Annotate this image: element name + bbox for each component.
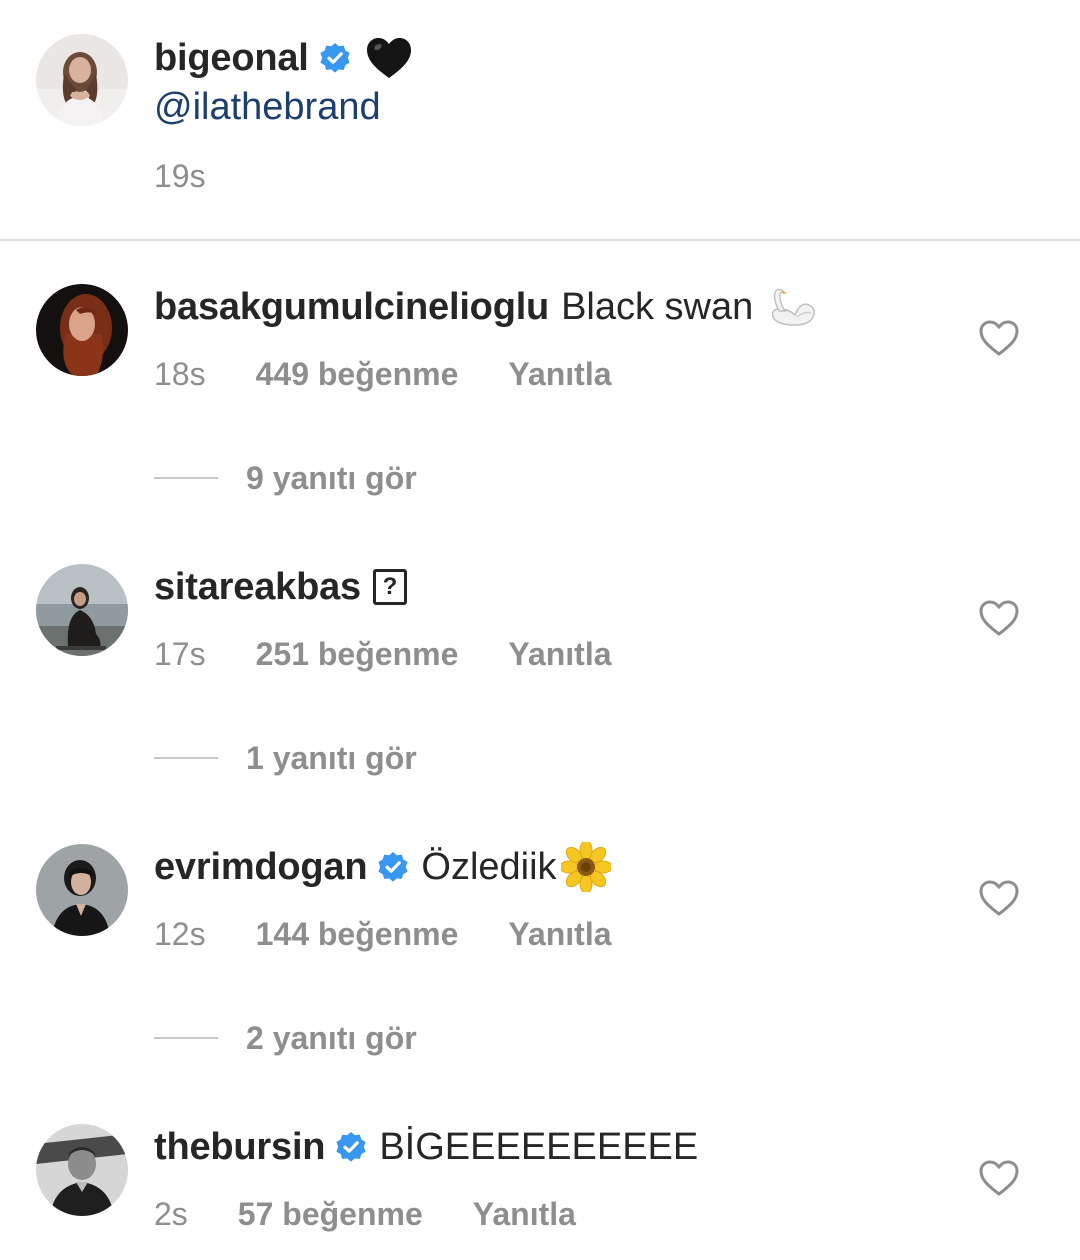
comment-meta: 18s 449 beğenme Yanıtla <box>154 354 612 394</box>
comment-item: evrimdogan Özlediik 12s 144 beğenme Yanı… <box>0 820 1080 1100</box>
avatar[interactable] <box>36 34 128 126</box>
timestamp: 17s <box>154 635 206 672</box>
post-caption: bigeonal @ilathebrand 19s <box>0 0 1080 240</box>
likes-count[interactable]: 449 beğenme <box>256 356 459 393</box>
likes-count[interactable]: 251 beğenme <box>256 636 459 673</box>
comment-header: basakgumulcinelioglu Black swan <box>154 282 819 332</box>
swan-icon <box>765 287 819 327</box>
unsupported-emoji-icon: ? <box>372 569 407 605</box>
like-heart-icon[interactable] <box>978 599 1020 637</box>
comment-item: thebursin BİGEEEEEEEEEE 2s 57 beğenme Ya… <box>0 1100 1080 1260</box>
username[interactable]: evrimdogan <box>154 846 368 889</box>
comment-item: sitareakbas ? 17s 251 beğenme Yanıtla 1 … <box>0 540 1080 820</box>
caption-header: bigeonal <box>154 33 413 83</box>
reply-button[interactable]: Yanıtla <box>508 356 611 393</box>
view-replies-label: 9 yanıtı gör <box>246 459 417 496</box>
view-replies-button[interactable]: 2 yanıtı gör <box>154 1018 417 1058</box>
avatar[interactable] <box>36 844 128 936</box>
black-heart-icon <box>365 36 413 80</box>
divider <box>0 239 1080 241</box>
like-heart-icon[interactable] <box>978 1159 1020 1197</box>
avatar-photo <box>36 844 128 936</box>
replies-line <box>154 757 218 759</box>
view-replies-button[interactable]: 1 yanıtı gör <box>154 738 417 778</box>
comment-text: Black swan <box>561 285 754 328</box>
reply-button[interactable]: Yanıtla <box>508 636 611 673</box>
verified-badge-icon <box>377 851 409 883</box>
caption-meta: 19s <box>154 156 206 196</box>
reply-button[interactable]: Yanıtla <box>473 1196 576 1233</box>
username[interactable]: basakgumulcinelioglu <box>154 286 549 329</box>
timestamp: 19s <box>154 157 206 194</box>
avatar[interactable] <box>36 284 128 376</box>
timestamp: 12s <box>154 915 206 952</box>
comment-meta: 12s 144 beğenme Yanıtla <box>154 914 612 954</box>
view-replies-label: 1 yanıtı gör <box>246 739 417 776</box>
like-heart-icon[interactable] <box>978 319 1020 357</box>
view-replies-label: 2 yanıtı gör <box>246 1019 417 1056</box>
comment-header: thebursin BİGEEEEEEEEEE <box>154 1122 698 1172</box>
username[interactable]: sitareakbas <box>154 566 361 609</box>
replies-line <box>154 477 218 479</box>
verified-badge-icon <box>335 1131 367 1163</box>
reply-button[interactable]: Yanıtla <box>508 916 611 953</box>
avatar-photo <box>36 34 128 126</box>
comment-meta: 2s 57 beğenme Yanıtla <box>154 1194 576 1234</box>
like-heart-icon[interactable] <box>978 879 1020 917</box>
view-replies-button[interactable]: 9 yanıtı gör <box>154 458 417 498</box>
comment-header: evrimdogan Özlediik <box>154 842 611 892</box>
likes-count[interactable]: 144 beğenme <box>256 916 459 953</box>
timestamp: 2s <box>154 1195 188 1232</box>
sunflower-icon <box>560 842 611 892</box>
avatar-photo <box>36 284 128 376</box>
likes-count[interactable]: 57 beğenme <box>238 1196 423 1233</box>
comment-header: sitareakbas ? <box>154 562 407 612</box>
replies-line <box>154 1037 218 1039</box>
comment-meta: 17s 251 beğenme Yanıtla <box>154 634 612 674</box>
comment-text: Özlediik <box>421 845 557 888</box>
timestamp: 18s <box>154 355 206 392</box>
comment-text: BİGEEEEEEEEEE <box>379 1125 699 1168</box>
avatar-photo <box>36 1124 128 1216</box>
username[interactable]: bigeonal <box>154 37 309 80</box>
comment-item: basakgumulcinelioglu Black swan 18s 449 … <box>0 260 1080 540</box>
avatar[interactable] <box>36 564 128 656</box>
avatar[interactable] <box>36 1124 128 1216</box>
avatar-photo <box>36 564 128 656</box>
username[interactable]: thebursin <box>154 1126 326 1169</box>
mention-link[interactable]: @ilathebrand <box>154 86 381 129</box>
comments-screen: bigeonal @ilathebrand 19s basakgumulcine… <box>0 0 1080 1260</box>
verified-badge-icon <box>319 42 351 74</box>
